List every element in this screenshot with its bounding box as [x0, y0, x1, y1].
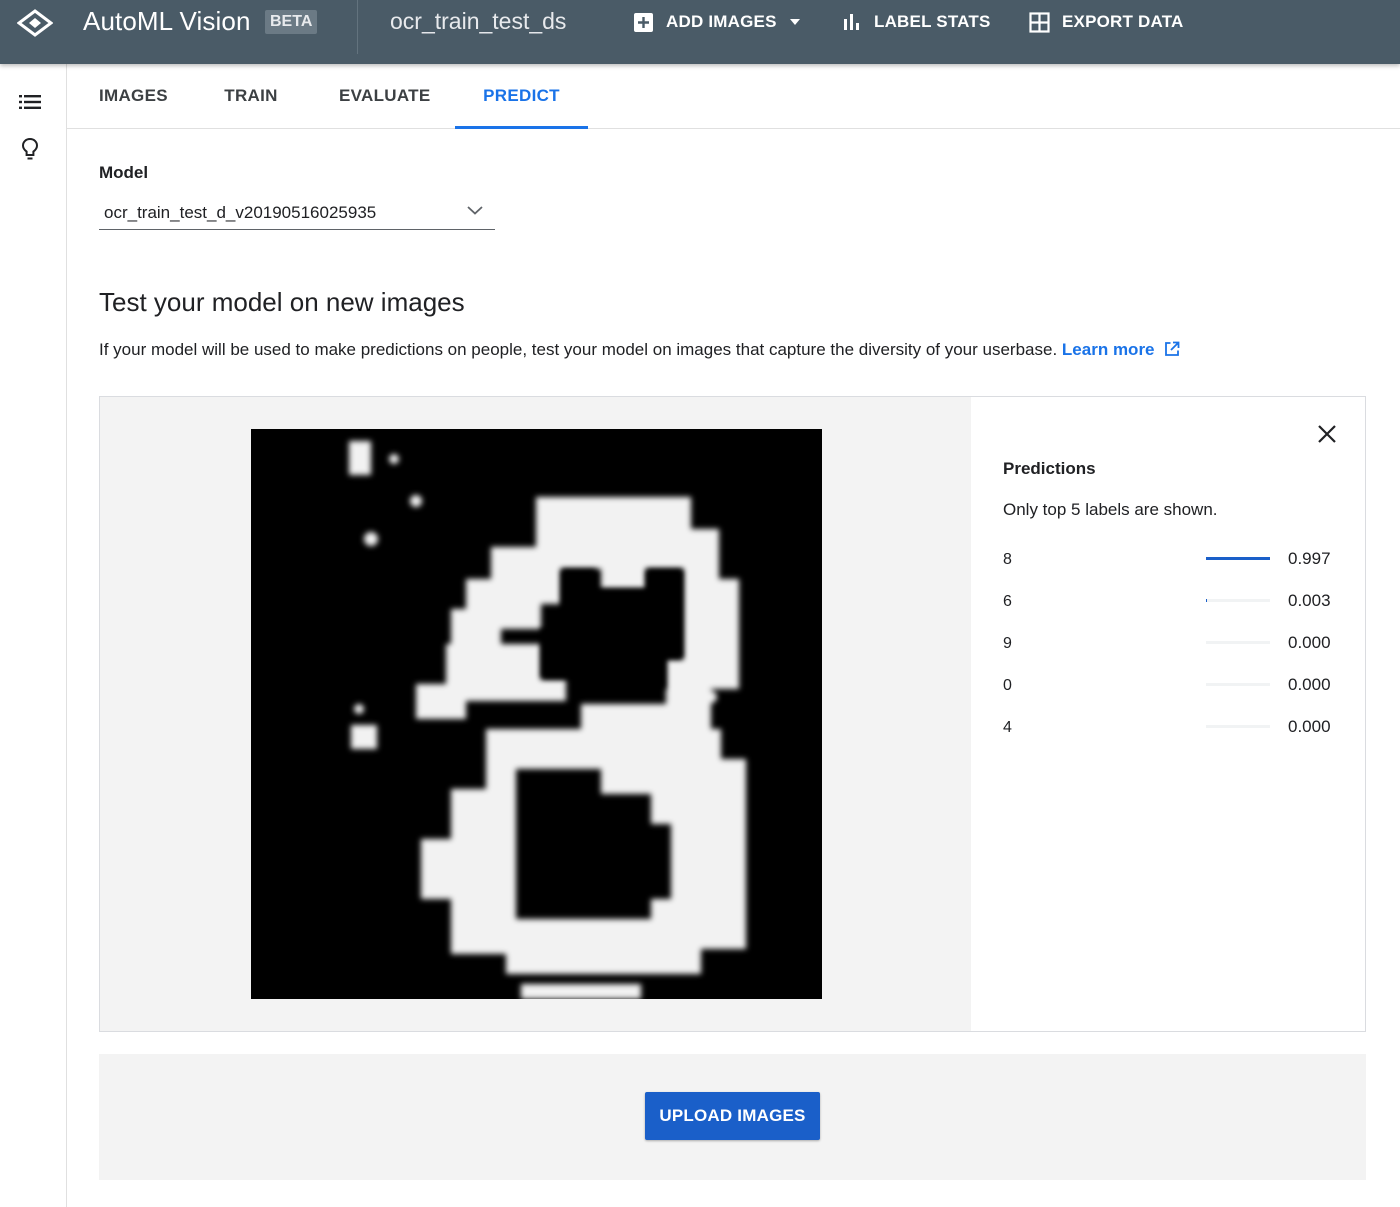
grid-icon: [1029, 11, 1050, 33]
prediction-bar-fill: [1206, 557, 1270, 560]
dataset-name: ocr_train_test_ds: [390, 8, 567, 34]
prediction-row: 8 0.997: [1003, 543, 1343, 573]
upload-area: UPLOAD IMAGES: [99, 1054, 1366, 1180]
section-description: If your model will be used to make predi…: [99, 340, 1180, 360]
prediction-bar: [1206, 641, 1270, 644]
add-box-icon: [634, 12, 653, 32]
add-images-button[interactable]: ADD IMAGES: [633, 8, 807, 36]
export-data-label: EXPORT DATA: [1062, 12, 1184, 31]
tab-bar: IMAGES TRAIN EVALUATE PREDICT: [67, 64, 1400, 129]
prediction-bar: [1206, 557, 1270, 560]
dropdown-arrow-icon: [789, 19, 800, 25]
predictions-title: Predictions: [1003, 459, 1096, 478]
tab-train[interactable]: TRAIN: [224, 64, 278, 128]
prediction-bar: [1206, 683, 1270, 686]
description-text: If your model will be used to make predi…: [99, 340, 1058, 359]
prediction-row: 9 0.000: [1003, 627, 1343, 657]
upload-images-button[interactable]: UPLOAD IMAGES: [645, 1092, 820, 1140]
prediction-label: 0: [1003, 677, 1012, 694]
prediction-score: 0.000: [1288, 675, 1331, 694]
label-stats-label: LABEL STATS: [874, 12, 991, 31]
prediction-score: 0.000: [1288, 633, 1331, 652]
prediction-score: 0.003: [1288, 591, 1331, 610]
close-icon[interactable]: [1314, 421, 1340, 447]
side-rail: [0, 64, 67, 1207]
prediction-score: 0.997: [1288, 549, 1331, 568]
external-link-icon[interactable]: [1164, 341, 1180, 357]
prediction-label: 8: [1003, 551, 1012, 568]
image-preview-area: [100, 397, 971, 1031]
predictions-note: Only top 5 labels are shown.: [1003, 500, 1218, 519]
prediction-label: 9: [1003, 635, 1012, 652]
list-button[interactable]: [16, 88, 44, 116]
prediction-row: 6 0.003: [1003, 585, 1343, 615]
prediction-label: 4: [1003, 719, 1012, 736]
model-select[interactable]: ocr_train_test_d_v20190516025935: [99, 198, 495, 230]
section-title: Test your model on new images: [99, 287, 465, 317]
chevron-down-icon: [467, 206, 483, 215]
prediction-label: 6: [1003, 593, 1012, 610]
app-title: AutoML Vision: [83, 6, 251, 36]
tab-evaluate[interactable]: EVALUATE: [339, 64, 430, 128]
test-image: [251, 429, 822, 999]
tab-predict[interactable]: PREDICT: [455, 64, 588, 129]
label-stats-button[interactable]: LABEL STATS: [842, 8, 990, 36]
beta-badge: BETA: [265, 10, 318, 34]
prediction-bar: [1206, 599, 1270, 602]
prediction-row: 4 0.000: [1003, 711, 1343, 741]
prediction-row: 0 0.000: [1003, 669, 1343, 699]
appbar-divider: [357, 0, 358, 54]
prediction-score: 0.000: [1288, 717, 1331, 736]
tips-button[interactable]: [16, 135, 44, 163]
app-bar: AutoML Vision BETA ocr_train_test_ds ADD…: [0, 0, 1400, 64]
model-label: Model: [99, 163, 149, 182]
tab-images[interactable]: IMAGES: [99, 64, 168, 128]
add-images-label: ADD IMAGES: [666, 12, 777, 31]
bar-chart-icon: [844, 14, 859, 30]
learn-more-link[interactable]: Learn more: [1062, 340, 1155, 359]
lightbulb-icon: [21, 137, 39, 160]
list-icon: [19, 95, 41, 109]
automl-logo-icon[interactable]: [17, 9, 53, 37]
predictions-panel: Predictions Only top 5 labels are shown.…: [971, 397, 1365, 1031]
prediction-card: Predictions Only top 5 labels are shown.…: [99, 396, 1366, 1032]
prediction-bar: [1206, 725, 1270, 728]
export-data-button[interactable]: EXPORT DATA: [1029, 8, 1184, 36]
model-select-value: ocr_train_test_d_v20190516025935: [104, 203, 377, 222]
